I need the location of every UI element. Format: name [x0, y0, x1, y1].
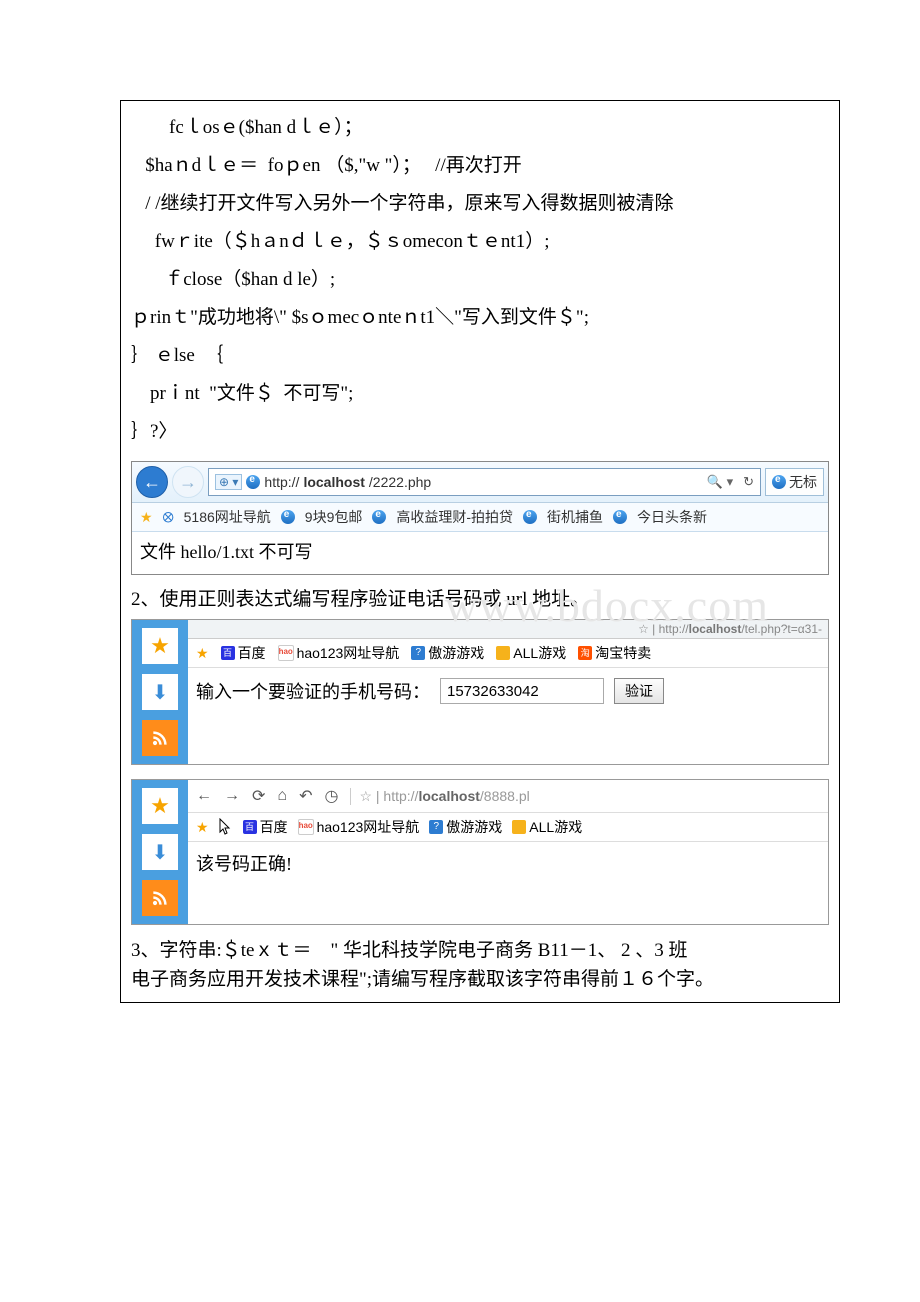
tab-label: 无标 — [789, 472, 817, 492]
bookmark-taobao[interactable]: 淘淘宝特卖 — [578, 643, 651, 663]
back-icon[interactable]: ← — [196, 787, 212, 805]
cursor-icon — [219, 818, 233, 836]
code-line: prｉnt "文件＄ 不可写"; — [131, 375, 829, 413]
code-line: ｆclose（$han d le）; — [131, 261, 829, 299]
bookmark-aoyou[interactable]: ?傲游游戏 — [429, 817, 502, 837]
ie-page-content: 文件 hello/1.txt 不可写 — [132, 532, 828, 574]
history-icon[interactable]: ◷ — [324, 786, 338, 806]
undo-icon[interactable]: ↶ — [299, 786, 312, 806]
sidebar: ★ ⬇ — [132, 620, 188, 764]
ie-link-icon — [523, 510, 537, 524]
sidebar-rss-icon[interactable] — [142, 880, 178, 916]
sidebar-favorites-icon[interactable]: ★ — [142, 788, 178, 824]
url-prefix: http:// — [264, 474, 299, 490]
bookmark-baidu[interactable]: 百百度 — [243, 817, 288, 837]
bookmark-link[interactable]: 5186网址导航 — [184, 507, 271, 527]
sidebar-rss-icon[interactable] — [142, 720, 178, 756]
bookmarks-bar: ★ 百百度 haohao123网址导航 ?傲游游戏 ALL游戏 淘淘宝特卖 — [188, 639, 828, 668]
forward-button[interactable]: → — [172, 466, 204, 498]
compat-icon: ⊕ ▾ — [215, 474, 242, 490]
bookmark-allgame[interactable]: ALL游戏 — [496, 643, 566, 663]
code-line: / /继续打开文件写入另外一个字符串，原来写入得数据则被清除 — [131, 185, 829, 223]
ie-link-icon — [372, 510, 386, 524]
refresh-icon[interactable]: ↻ — [743, 474, 754, 490]
phone-input[interactable] — [440, 678, 604, 704]
sidebar-download-icon[interactable]: ⬇ — [142, 834, 178, 870]
verify-button[interactable]: 验证 — [614, 678, 664, 704]
browser-tab[interactable]: 无标 — [765, 468, 824, 496]
code-line: fcｌosｅ($han dｌｅ）； — [131, 109, 829, 147]
task-2-prompt: 2、使用正则表达式编写程序验证电话号码或 url 地址。 — [131, 589, 589, 610]
reload-icon[interactable]: ⟳ — [252, 786, 265, 806]
address-bar[interactable]: ☆ | http://localhost/8888.pl — [350, 788, 529, 805]
home-icon[interactable]: ⌂ — [277, 787, 287, 805]
ie-favicon-icon — [246, 475, 260, 489]
url-path: /2222.php — [369, 474, 431, 490]
forward-icon[interactable]: → — [224, 787, 240, 805]
address-bar[interactable]: ⊕ ▾ http://localhost/2222.php 🔍 ▾ ↻ — [208, 468, 761, 496]
task-3-line2: 电子商务应用开发技术课程";请编写程序截取该字符串得前１６个字。 — [131, 966, 829, 995]
bookmark-aoyou[interactable]: ?傲游游戏 — [411, 643, 484, 663]
bookmark-hao123[interactable]: haohao123网址导航 — [298, 817, 420, 837]
bookmarks-bar: ★ ⭙ 5186网址导航 9块9包邮 高收益理财-拍拍贷 街机捕鱼 今日头条新 — [132, 503, 828, 532]
bookmark-home-icon[interactable]: ⭙ — [163, 509, 174, 526]
bookmark-allgame[interactable]: ALL游戏 — [512, 817, 582, 837]
search-icon[interactable]: 🔍 ▾ — [707, 474, 733, 490]
task-3-text: 3、字符串:＄teｘｔ＝ " 华北科技学院电子商务 B11－1、 2 、3 班 … — [131, 937, 829, 994]
bookmark-link[interactable]: 今日头条新 — [637, 507, 707, 527]
code-line: $haｎdｌｅ＝ foｐen （$,"w "）； //再次打开 — [131, 147, 829, 185]
bookmarks-bar: ★ 百百度 haohao123网址导航 ?傲游游戏 ALL游戏 — [188, 813, 828, 842]
task-3-line1: 3、字符串:＄teｘｔ＝ " 华北科技学院电子商务 B11－1、 2 、3 班 — [131, 937, 829, 966]
bookmark-baidu[interactable]: 百百度 — [221, 643, 266, 663]
favorites-star-icon[interactable]: ★ — [140, 509, 153, 526]
bookmark-link[interactable]: 高收益理财-拍拍贷 — [396, 507, 513, 527]
ie-link-icon — [613, 510, 627, 524]
sidebar-favorites-icon[interactable]: ★ — [142, 628, 178, 664]
bookmark-hao123[interactable]: haohao123网址导航 — [278, 643, 400, 663]
result-text: 该号码正确! — [188, 842, 828, 890]
bookmark-link[interactable]: 街机捕鱼 — [547, 507, 603, 527]
ie-link-icon — [281, 510, 295, 524]
bookmark-link[interactable]: 9块9包邮 — [305, 507, 363, 527]
code-line: ｝?〉 — [131, 413, 829, 451]
back-button[interactable]: ← — [136, 466, 168, 498]
url-host: localhost — [303, 474, 364, 490]
phone-prompt-label: 输入一个要验证的手机号码： — [196, 678, 430, 704]
task-2-text: www.bdocx.com 2、使用正则表达式编写程序验证电话号码或 url 地… — [131, 585, 829, 615]
code-line: ｐrinｔ"成功地将\" $sｏmecｏnteｎt1＼"写入到文件＄"; — [131, 299, 829, 337]
ie-tab-icon — [772, 475, 786, 489]
document-frame: fcｌosｅ($han dｌｅ）； $haｎdｌｅ＝ foｐen （$,"w "… — [120, 100, 840, 1003]
sidebar-download-icon[interactable]: ⬇ — [142, 674, 178, 710]
maxthon-browser-input: ★ ⬇ ☆ | http://localhost/tel.php?t=α31- … — [131, 619, 829, 765]
maxthon-browser-result: ★ ⬇ ← → ⟳ ⌂ ↶ ◷ ☆ | http://localhost/888… — [131, 779, 829, 925]
nav-toolbar: ← → ⟳ ⌂ ↶ ◷ ☆ | http://localhost/8888.pl — [188, 780, 828, 813]
code-line: fwｒite（＄hａnｄｌｅ，＄ｓomeconｔｅnt1）; — [131, 223, 829, 261]
ie-browser-screenshot: ← → ⊕ ▾ http://localhost/2222.php 🔍 ▾ ↻ … — [131, 461, 829, 575]
code-line: ｝ ｅlse ｛ — [131, 337, 829, 375]
address-bar-small[interactable]: ☆ | http://localhost/tel.php?t=α31- — [188, 620, 828, 639]
sidebar: ★ ⬇ — [132, 780, 188, 924]
